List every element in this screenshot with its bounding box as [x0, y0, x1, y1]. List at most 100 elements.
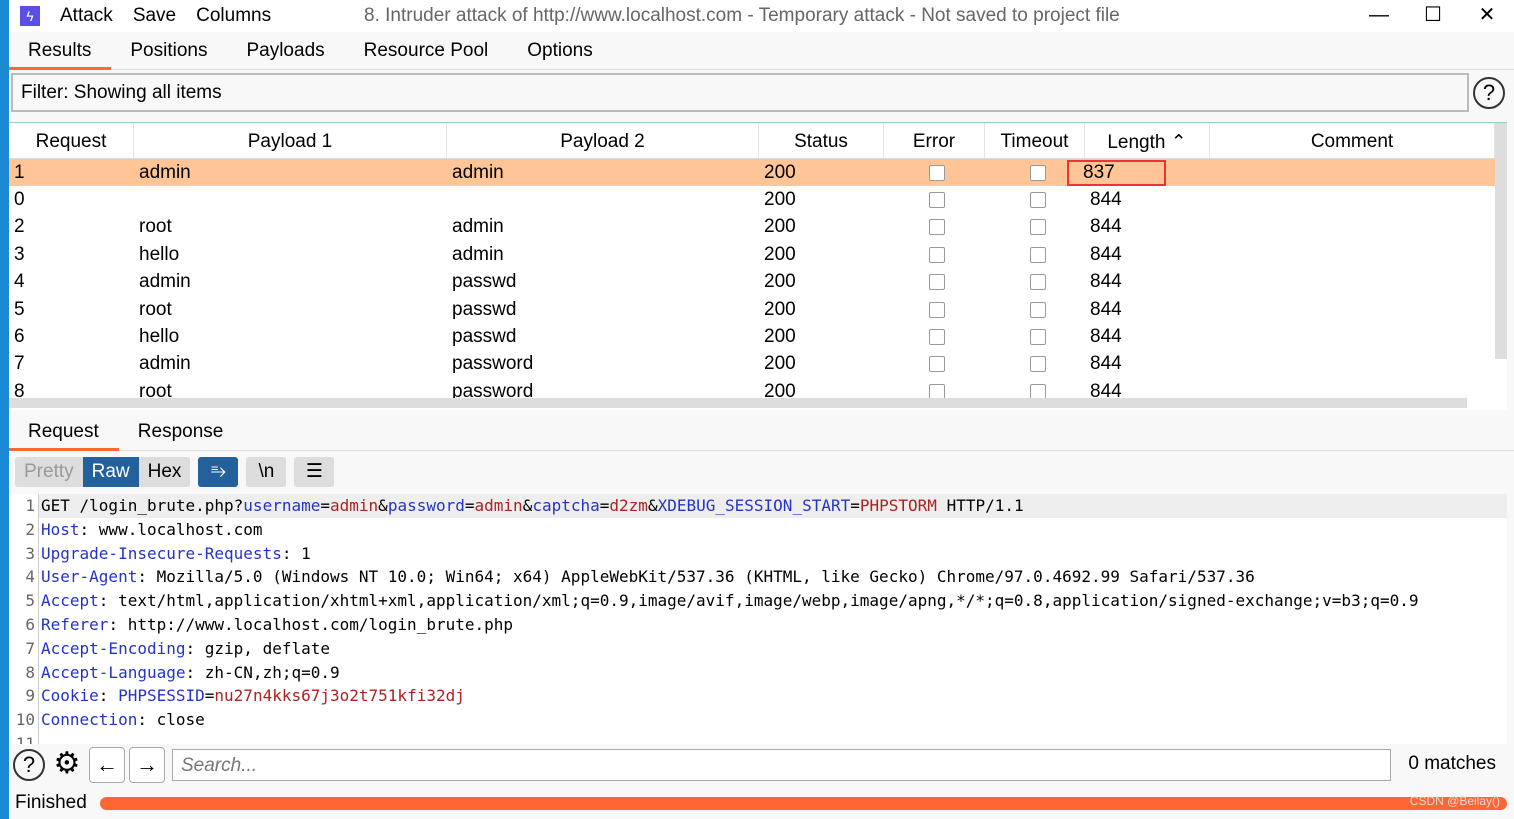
tab-results[interactable]: Results [9, 34, 112, 70]
table-cell: passwd [452, 298, 517, 320]
checkbox[interactable] [1029, 164, 1046, 181]
line-number: 9 [9, 684, 39, 709]
plain-text: = [599, 496, 610, 515]
checkbox[interactable] [1029, 356, 1046, 373]
table-cell: 4 [14, 271, 25, 293]
help-icon[interactable]: ? [1473, 77, 1505, 109]
checkbox[interactable] [929, 356, 945, 373]
line-number: 10 [9, 708, 39, 732]
line-number: 8 [9, 660, 39, 685]
vertical-scrollbar[interactable] [1495, 123, 1507, 359]
wrap-icon[interactable]: ⥱ [198, 457, 239, 487]
newline-icon[interactable]: \n [246, 457, 287, 487]
pretty-button[interactable]: Pretty [15, 457, 83, 487]
checkbox[interactable] [1029, 219, 1046, 236]
column-header[interactable]: Status [759, 123, 884, 158]
table-cell: 837 [1067, 159, 1210, 186]
gear-icon[interactable]: ⚙ [49, 747, 85, 783]
checkbox[interactable] [929, 164, 945, 181]
column-header[interactable]: Payload 1 [134, 123, 447, 158]
tab-response[interactable]: Response [119, 415, 244, 451]
plain-text: : gzip, deflate [185, 638, 331, 658]
checkbox[interactable] [929, 219, 945, 236]
checkbox[interactable] [929, 274, 945, 291]
column-header[interactable]: Request [9, 123, 134, 158]
burp-logo-icon: ϟ [20, 6, 40, 26]
table-row[interactable]: 2 root admin 200 844 [9, 214, 1507, 241]
search-input[interactable]: Search... [172, 749, 1391, 781]
table-cell: root [139, 216, 172, 238]
tab-positions[interactable]: Positions [111, 34, 227, 70]
request-editor[interactable]: 1 GET /login_brute.php?username=admin&pas… [9, 494, 1507, 744]
code-line: 8 Accept-Language: zh-CN,zh;q=0.9 [9, 660, 1507, 685]
help-icon[interactable]: ? [13, 749, 45, 781]
checkbox[interactable] [1029, 246, 1046, 263]
table-cell: 844 [1090, 271, 1122, 293]
column-header[interactable]: Payload 2 [447, 123, 759, 158]
param-name: Host [41, 519, 80, 539]
error-checkbox [884, 192, 985, 209]
raw-button[interactable]: Raw [82, 457, 139, 487]
table-row[interactable]: 7 admin password 200 844 [9, 351, 1507, 378]
checkbox[interactable] [1029, 329, 1046, 346]
table-row[interactable]: 0 200 844 [9, 186, 1507, 213]
plain-text: & [378, 496, 388, 515]
window-edge [0, 0, 9, 819]
table-row[interactable]: 6 hello passwd 200 844 [9, 323, 1507, 350]
code-line: 6 Referer: http://www.localhost.com/login… [9, 612, 1507, 637]
code-text: Referer: http://www.localhost.com/login_… [39, 613, 513, 637]
checkbox[interactable] [1029, 274, 1046, 291]
param-name: username [243, 496, 321, 515]
column-header[interactable]: Comment [1210, 123, 1495, 158]
plain-text: = [320, 496, 330, 515]
previous-arrow-icon[interactable]: ← [89, 747, 125, 783]
tab-options[interactable]: Options [508, 34, 612, 70]
table-cell: 200 [764, 271, 796, 293]
column-header[interactable]: Timeout [985, 123, 1085, 158]
next-arrow-icon[interactable]: → [129, 747, 165, 783]
maximize-button[interactable]: ☐ [1406, 0, 1460, 30]
table-cell: 844 [1090, 326, 1122, 348]
hex-button[interactable]: Hex [139, 457, 191, 487]
param-name: Referer [41, 614, 109, 634]
tab-resource-pool[interactable]: Resource Pool [345, 34, 509, 70]
checkbox[interactable] [929, 246, 945, 263]
table-row[interactable]: 1 admin admin 200 837 [9, 159, 1507, 187]
param-name: Upgrade-Insecure-Requests [41, 543, 282, 563]
table-row[interactable]: 4 admin passwd 200 844 [9, 269, 1507, 296]
checkbox[interactable] [1029, 192, 1046, 209]
filter-bar[interactable]: Filter: Showing all items [11, 73, 1469, 112]
line-number: 7 [9, 636, 39, 661]
menu-attack[interactable]: Attack [60, 5, 113, 27]
error-checkbox [884, 301, 985, 318]
error-checkbox [884, 164, 985, 181]
horizontal-scrollbar[interactable] [9, 398, 1467, 408]
menu-columns[interactable]: Columns [196, 5, 271, 27]
checkbox[interactable] [1029, 301, 1046, 318]
table-cell: 1 [14, 161, 25, 183]
plain-text: : www.localhost.com [79, 519, 263, 539]
code-text: Accept: text/html,application/xhtml+xml,… [39, 589, 1419, 613]
checkbox[interactable] [929, 329, 945, 346]
checkbox[interactable] [929, 301, 945, 318]
menu-icon[interactable]: ☰ [294, 457, 335, 487]
menu-save[interactable]: Save [133, 5, 176, 27]
checkbox[interactable] [929, 192, 945, 209]
tab-request[interactable]: Request [9, 415, 119, 451]
table-cell: admin [139, 161, 191, 183]
minimize-button[interactable]: — [1352, 0, 1406, 30]
line-number: 11 [9, 731, 39, 744]
table-row[interactable]: 5 root passwd 200 844 [9, 296, 1507, 323]
table-cell: 844 [1090, 216, 1122, 238]
table-row[interactable]: 3 hello admin 200 844 [9, 241, 1507, 268]
column-header[interactable]: Length ⌃ [1085, 123, 1210, 158]
tab-payloads[interactable]: Payloads [227, 34, 344, 70]
table-cell: 200 [764, 298, 796, 320]
table-cell: 200 [764, 216, 796, 238]
error-checkbox [884, 329, 985, 346]
close-button[interactable]: ✕ [1460, 0, 1514, 30]
table-cell: 200 [764, 161, 796, 183]
column-header[interactable]: Error [884, 123, 985, 158]
code-text: GET /login_brute.php?username=admin&pass… [39, 494, 1024, 518]
